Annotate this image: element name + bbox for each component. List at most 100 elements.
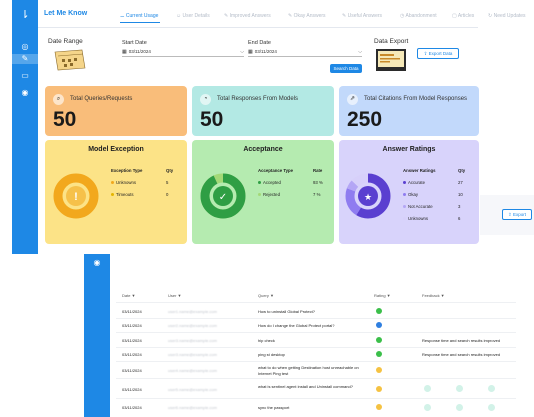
column-header: Qty (458, 168, 466, 173)
row-divider (116, 361, 516, 362)
row-query[interactable]: hip check (258, 338, 275, 343)
row-qty: 27 (458, 180, 463, 185)
row-label: Unknowns (116, 180, 137, 185)
rating-indicator (376, 322, 382, 328)
row-label: Unknowns (408, 216, 429, 221)
filter-bar: Date Range Start Date ▦ 03/11/2024 ⌵ End … (38, 28, 478, 78)
card-value: 250 (347, 108, 383, 131)
tab-improved-answers[interactable]: ✎ Improved Answers (224, 13, 271, 19)
edit-icon: ✎ (342, 13, 347, 19)
card-title: Total Queries/Requests (70, 96, 133, 102)
card-value: 50 (200, 108, 224, 131)
rating-indicator (376, 308, 382, 314)
row-user: user1.name@example.com (168, 309, 217, 314)
row-divider (116, 398, 516, 399)
export-data-button[interactable]: ⇪ Export Data (417, 48, 459, 59)
row-label: Not Accurate (408, 204, 433, 209)
tab-label: Okay Answers (293, 13, 326, 19)
panel-title: Answer Ratings (382, 146, 436, 153)
rating-indicator (376, 337, 382, 343)
column-header-rating[interactable]: Rating ▼ (374, 293, 391, 298)
row-date: 03/11/2024 (122, 338, 142, 343)
chat-bubble-icon: ◔ (200, 94, 211, 105)
tab-abandonment[interactable]: ◷ Abandonment (400, 13, 437, 19)
end-date-value: 03/11/2024 (254, 49, 277, 54)
chart-icon: ⚊ (120, 13, 125, 19)
broadcast-icon[interactable]: ◉ (12, 88, 38, 98)
exception-donut: ! (53, 173, 99, 219)
tab-need-updates[interactable]: ↻ Need Updates (488, 13, 526, 19)
row-qty: 3 (458, 204, 461, 209)
logo-icon: ⇂ (20, 9, 30, 21)
tab-articles[interactable]: ▢ Articles (452, 13, 474, 19)
tab-user-details[interactable]: ☺ User Details (176, 13, 210, 19)
column-header-user[interactable]: User ▼ (168, 293, 182, 298)
decorative-dot (488, 385, 495, 392)
tab-label: Abandonment (405, 13, 437, 19)
table-row: Timeouts (111, 192, 134, 197)
column-header-feedback[interactable]: Feedback ▼ (422, 293, 445, 298)
row-qty: 10 (458, 192, 463, 197)
export-icon: ⇪ (507, 212, 512, 217)
acceptance-panel: Acceptance ✓ Acceptance Type Rate Accept… (192, 140, 334, 244)
search-data-button[interactable]: Search Data (330, 64, 362, 73)
panel-title: Model Exception (88, 146, 144, 153)
tab-label: Improved Answers (229, 13, 271, 19)
tab-label: User Details (182, 13, 210, 19)
tab-current-usage[interactable]: ⚊ Current Usage (120, 13, 158, 19)
chevron-down-icon: ⌵ (240, 49, 244, 55)
date-range-label: Date Range (48, 38, 83, 45)
header-divider (116, 302, 516, 303)
tab-okay-answers[interactable]: ✎ Okay Answers (288, 13, 326, 19)
row-date: 03/11/2024 (122, 405, 142, 410)
row-divider (116, 332, 516, 333)
edit-icon[interactable]: ✎ (12, 54, 38, 64)
row-qty: 5 (166, 180, 169, 185)
rating-indicator (376, 404, 382, 410)
table-row: Not Accurate (403, 204, 433, 209)
ratings-table: Answer Ratings Qty Accurate 27 Okay 10 N… (403, 168, 475, 228)
usage-sidebar: ◉ (84, 254, 110, 417)
row-label: Accurate (408, 180, 425, 185)
export-illustration (376, 49, 406, 71)
column-header-query[interactable]: Query ▼ (258, 293, 274, 298)
end-date-label: End Date (248, 40, 271, 46)
total-queries-card: ⌕ Total Queries/Requests 50 (45, 86, 187, 136)
row-query[interactable]: How to uninstall Global Protect? (258, 309, 315, 314)
answer-ratings-panel: Answer Ratings ★ Answer Ratings Qty Accu… (339, 140, 479, 244)
row-user: user4.name@example.com (168, 368, 217, 373)
chat-icon[interactable]: ◎ (12, 42, 38, 52)
row-label: Timeouts (116, 192, 134, 197)
total-citations-card: ⇗ Total Citations From Model Responses 2… (339, 86, 479, 136)
row-query[interactable]: what is sentinel agent install and Unins… (258, 384, 368, 390)
document-icon: ▢ (452, 13, 457, 19)
row-date: 03/11/2024 (122, 309, 142, 314)
svg-text:★: ★ (364, 193, 372, 203)
column-header-date[interactable]: Date ▼ (122, 293, 136, 298)
export-icon: ⇪ (423, 51, 428, 56)
row-query[interactable]: what to do when getting Destination host… (258, 365, 368, 376)
column-header: Rate (313, 168, 323, 173)
row-query[interactable]: sync the passport (258, 405, 289, 410)
svg-text:✓: ✓ (219, 192, 227, 203)
decorative-dot (456, 385, 463, 392)
row-query[interactable]: ping st desktop (258, 352, 285, 357)
table-row: Rejected (258, 192, 280, 197)
row-qty: 0 (166, 192, 169, 197)
card-title: Total Citations From Model Responses (364, 96, 468, 102)
acceptance-table: Acceptance Type Rate Accepted 93 % Rejec… (258, 168, 330, 208)
usage-window (84, 254, 534, 417)
row-label: Okay (408, 192, 419, 197)
rating-indicator (376, 367, 382, 373)
start-date-field[interactable]: ▦ 03/11/2024 ⌵ (122, 47, 244, 57)
export-button[interactable]: ⇪ Export (502, 209, 532, 220)
broadcast-icon[interactable]: ◉ (84, 258, 110, 268)
table-row: Unknowns (111, 180, 136, 185)
row-query[interactable]: How do I change the Global Protect porta… (258, 323, 335, 328)
clipboard-icon[interactable]: ▭ (12, 71, 38, 81)
row-qty: 6 (458, 216, 461, 221)
edit-icon: ✎ (224, 13, 229, 19)
tab-useful-answers[interactable]: ✎ Useful Answers (342, 13, 382, 19)
calendar-icon: ▦ (248, 49, 253, 55)
end-date-field[interactable]: ▦ 03/11/2024 ⌵ (248, 47, 362, 57)
